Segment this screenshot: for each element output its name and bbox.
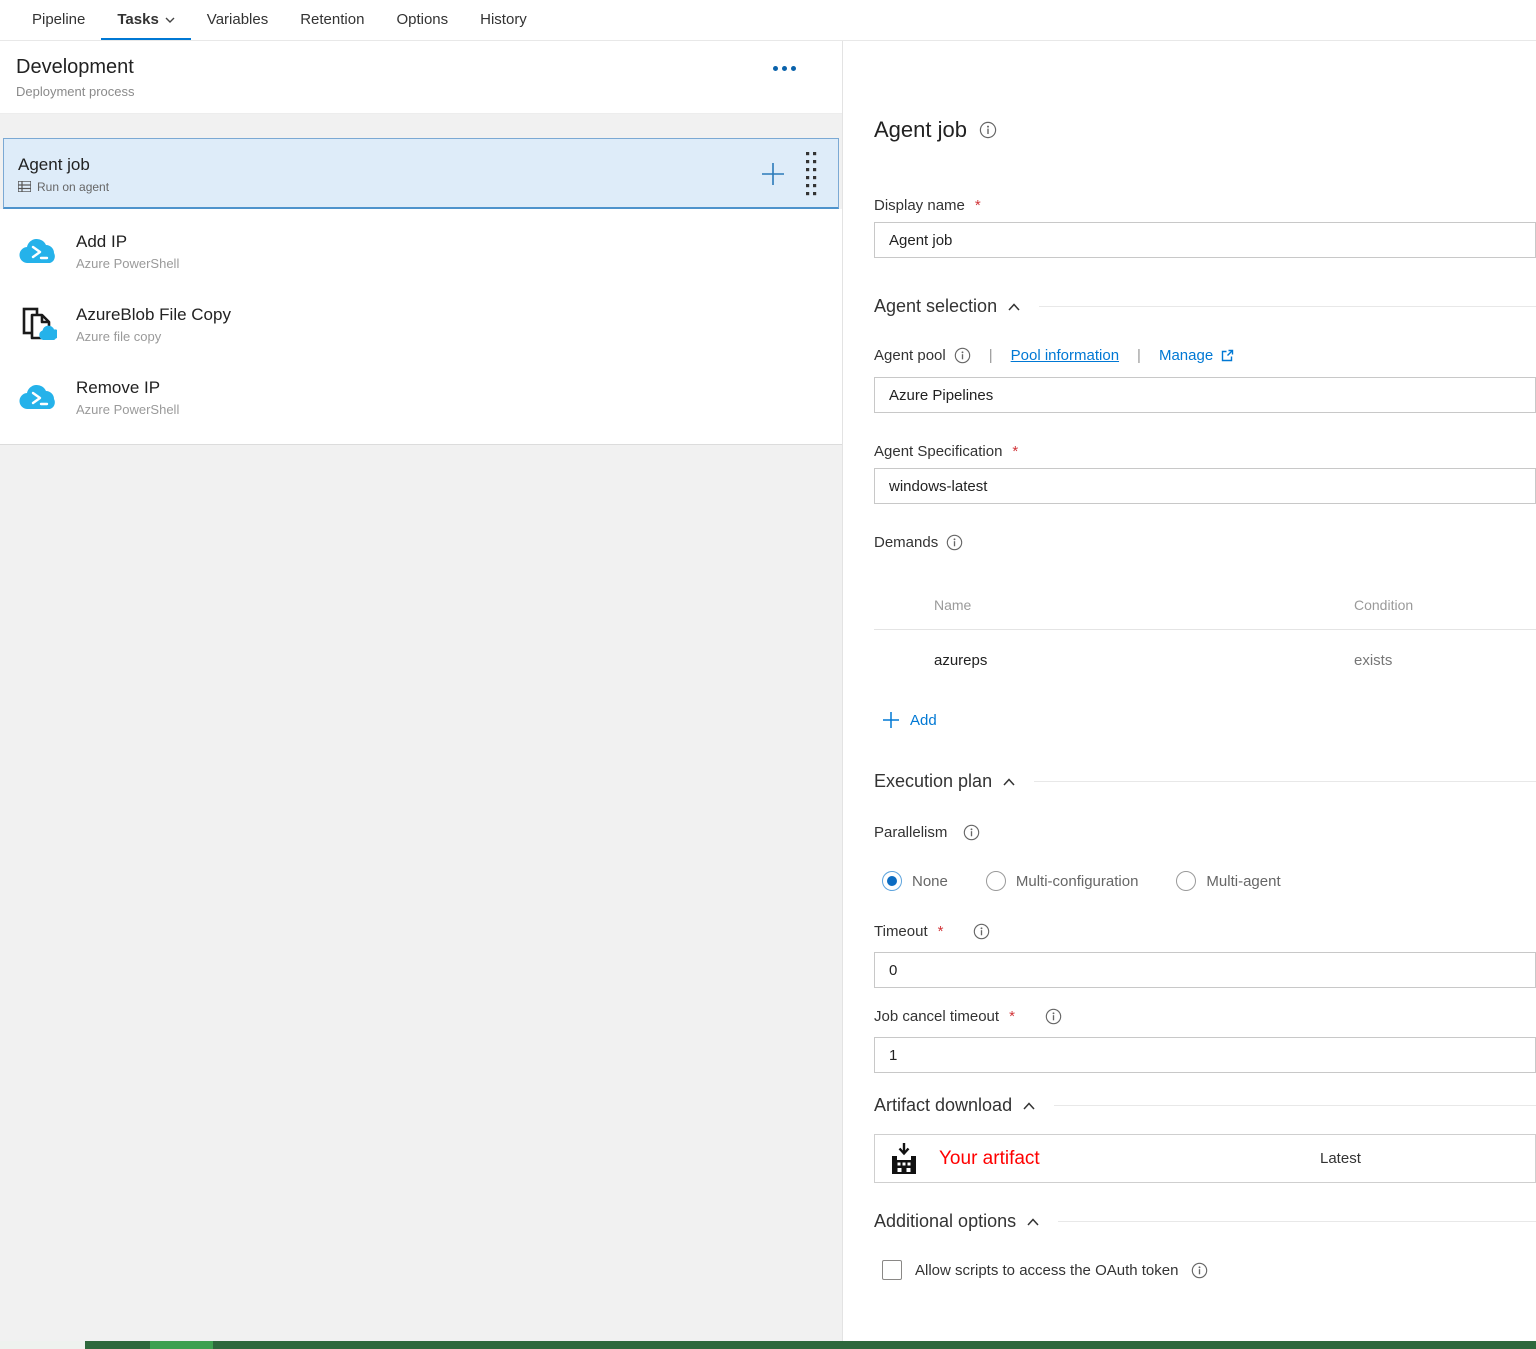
tab-tasks[interactable]: Tasks bbox=[101, 0, 190, 40]
task-title: Add IP bbox=[76, 232, 179, 252]
radio-circle bbox=[882, 871, 902, 891]
collapse-caret-icon bbox=[1007, 302, 1021, 312]
tab-label: Pipeline bbox=[32, 11, 85, 28]
job-cancel-timeout-input[interactable] bbox=[874, 1037, 1536, 1073]
pipeline-top-nav: Pipeline Tasks Variables Retention Optio… bbox=[0, 0, 1536, 41]
demand-condition: exists bbox=[1354, 652, 1536, 669]
task-title: AzureBlob File Copy bbox=[76, 305, 231, 325]
section-execution-plan[interactable]: Execution plan bbox=[874, 771, 1536, 792]
tab-options[interactable]: Options bbox=[380, 0, 464, 40]
oauth-token-label: Allow scripts to access the OAuth token bbox=[915, 1262, 1178, 1279]
collapse-caret-icon bbox=[1022, 1101, 1036, 1111]
task-title: Remove IP bbox=[76, 378, 179, 398]
tab-variables[interactable]: Variables bbox=[191, 0, 284, 40]
tab-label: Retention bbox=[300, 11, 364, 28]
deployment-process-panel: Development Deployment process Agent job… bbox=[0, 41, 843, 1349]
info-icon[interactable] bbox=[963, 824, 980, 841]
section-title: Execution plan bbox=[874, 771, 992, 792]
tab-label: History bbox=[480, 11, 527, 28]
parallelism-radio-group: None Multi-configuration Multi-agent bbox=[874, 871, 1536, 891]
add-demand-button[interactable]: Add bbox=[874, 711, 1536, 729]
demand-name: azureps bbox=[874, 652, 1354, 669]
timeout-label-row: Timeout* bbox=[874, 923, 1536, 940]
collapse-caret-icon bbox=[1002, 777, 1016, 787]
display-name-label: Display name* bbox=[874, 197, 1536, 214]
section-additional-options[interactable]: Additional options bbox=[874, 1211, 1536, 1232]
section-agent-selection[interactable]: Agent selection bbox=[874, 296, 1536, 317]
parallelism-label-row: Parallelism bbox=[874, 824, 1536, 841]
tab-label: Tasks bbox=[117, 11, 158, 28]
add-task-button[interactable] bbox=[759, 160, 787, 188]
timeout-input[interactable] bbox=[874, 952, 1536, 988]
azure-powershell-icon bbox=[19, 237, 59, 267]
job-cancel-timeout-label-row: Job cancel timeout* bbox=[874, 1008, 1536, 1025]
azure-file-copy-icon bbox=[21, 306, 57, 344]
info-icon[interactable] bbox=[979, 121, 997, 139]
artifact-download-row[interactable]: Your artifact Latest bbox=[874, 1134, 1536, 1183]
drag-handle-icon[interactable] bbox=[805, 150, 818, 198]
display-name-input[interactable] bbox=[874, 222, 1536, 258]
agent-pool-input[interactable] bbox=[874, 377, 1536, 413]
radio-multi-agent[interactable]: Multi-agent bbox=[1176, 871, 1280, 891]
agent-job-settings-panel: Agent job Display name* Agent selection … bbox=[843, 41, 1536, 1349]
artifact-version: Latest bbox=[1320, 1150, 1361, 1167]
task-row-azureblob-file-copy[interactable]: AzureBlob File Copy Azure file copy bbox=[0, 288, 842, 361]
artifact-download-icon bbox=[889, 1142, 919, 1176]
agent-job-card-subtitle: Run on agent bbox=[37, 180, 109, 194]
section-title: Agent selection bbox=[874, 296, 997, 317]
section-artifact-download[interactable]: Artifact download bbox=[874, 1095, 1536, 1116]
task-subtitle: Azure PowerShell bbox=[76, 256, 179, 271]
artifact-name: Your artifact bbox=[939, 1148, 1040, 1170]
agent-specification-label: Agent Specification* bbox=[874, 443, 1536, 460]
tab-label: Variables bbox=[207, 11, 268, 28]
demands-label-row: Demands bbox=[874, 534, 1536, 551]
info-icon[interactable] bbox=[1191, 1262, 1208, 1279]
task-list: Add IP Azure PowerShell AzureBlob File C… bbox=[0, 209, 842, 445]
agent-pool-label-row: Agent pool | Pool information | Manage bbox=[874, 347, 1536, 364]
run-on-agent-icon bbox=[18, 181, 31, 192]
stage-title: Development bbox=[16, 56, 135, 79]
tab-label: Options bbox=[396, 11, 448, 28]
panel-title: Agent job bbox=[874, 117, 967, 143]
radio-multi-configuration[interactable]: Multi-configuration bbox=[986, 871, 1139, 891]
oauth-token-checkbox[interactable] bbox=[882, 1260, 902, 1280]
info-icon[interactable] bbox=[954, 347, 971, 364]
collapse-caret-icon bbox=[1026, 1217, 1040, 1227]
task-row-remove-ip[interactable]: Remove IP Azure PowerShell bbox=[0, 361, 842, 434]
pool-information-link[interactable]: Pool information bbox=[1011, 347, 1119, 364]
task-row-add-ip[interactable]: Add IP Azure PowerShell bbox=[0, 215, 842, 288]
bottom-progress-strip bbox=[0, 1341, 1536, 1349]
tab-history[interactable]: History bbox=[464, 0, 543, 40]
tab-pipeline[interactable]: Pipeline bbox=[16, 0, 101, 40]
demands-table-row[interactable]: azureps exists bbox=[874, 652, 1536, 669]
manage-link[interactable]: Manage bbox=[1159, 347, 1213, 364]
agent-job-card[interactable]: Agent job Run on agent bbox=[3, 138, 839, 209]
oauth-token-option: Allow scripts to access the OAuth token bbox=[874, 1260, 1536, 1280]
section-title: Additional options bbox=[874, 1211, 1016, 1232]
more-options-icon[interactable] bbox=[773, 66, 796, 71]
section-title: Artifact download bbox=[874, 1095, 1012, 1116]
chevron-down-icon bbox=[165, 16, 175, 24]
task-subtitle: Azure file copy bbox=[76, 329, 231, 344]
plus-icon bbox=[882, 711, 900, 729]
info-icon[interactable] bbox=[973, 923, 990, 940]
agent-job-card-title: Agent job bbox=[18, 155, 109, 175]
external-link-icon bbox=[1221, 349, 1234, 362]
agent-specification-input[interactable] bbox=[874, 468, 1536, 504]
radio-none[interactable]: None bbox=[882, 871, 948, 891]
task-subtitle: Azure PowerShell bbox=[76, 402, 179, 417]
stage-header: Development Deployment process bbox=[0, 41, 842, 114]
stage-subtitle: Deployment process bbox=[16, 84, 135, 99]
tab-retention[interactable]: Retention bbox=[284, 0, 380, 40]
info-icon[interactable] bbox=[946, 534, 963, 551]
azure-powershell-icon bbox=[19, 383, 59, 413]
radio-circle bbox=[986, 871, 1006, 891]
info-icon[interactable] bbox=[1045, 1008, 1062, 1025]
demands-table-header: Name Condition bbox=[874, 597, 1536, 613]
radio-circle bbox=[1176, 871, 1196, 891]
